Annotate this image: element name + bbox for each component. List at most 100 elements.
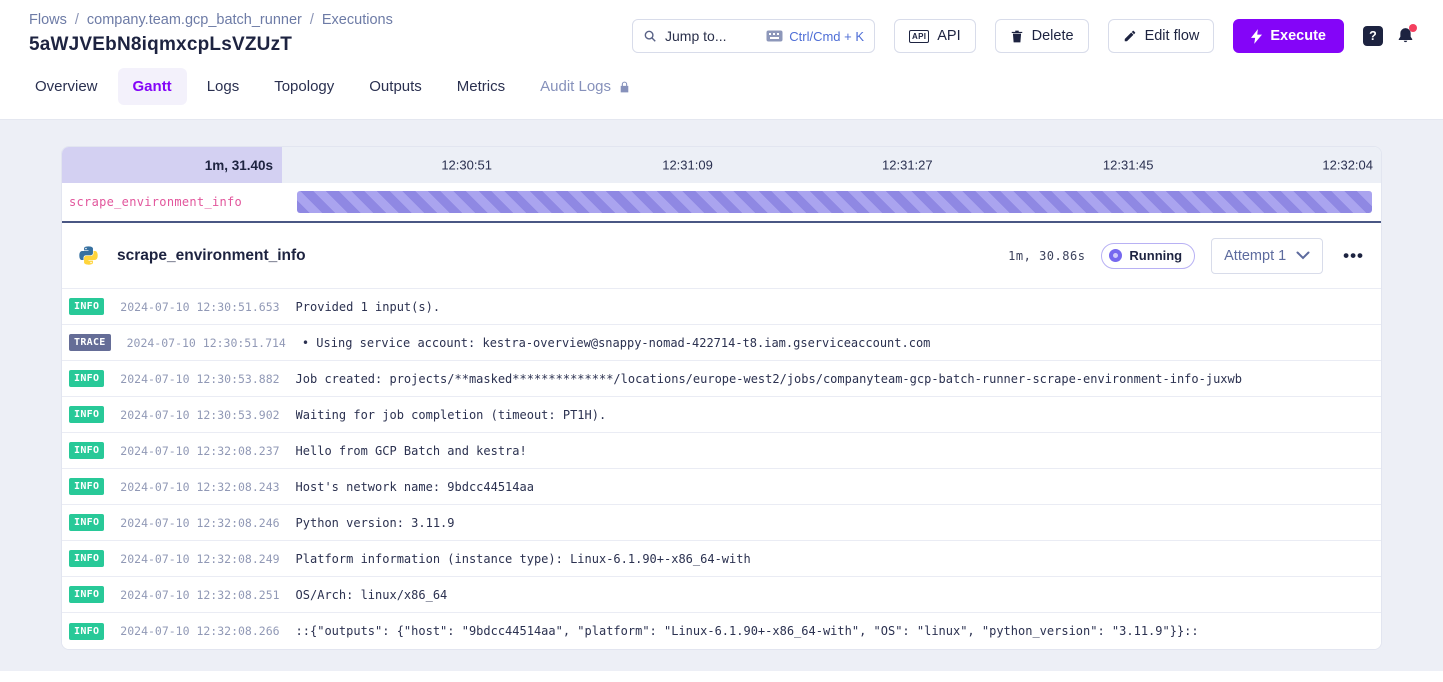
header-controls: Ctrl/Cmd + K API API Delete Edit flow Ex… [632,19,1415,53]
log-level-badge: INFO [69,550,104,567]
log-message: Waiting for job completion (timeout: PT1… [296,408,607,422]
task-detail-header: scrape_environment_info 1m, 30.86s Runni… [62,223,1381,289]
api-icon: API [909,30,929,43]
chevron-down-icon [1296,251,1310,260]
log-row: INFO 2024-07-10 12:30:53.902 Waiting for… [62,397,1381,433]
log-row: INFO 2024-07-10 12:32:08.266 ::{"outputs… [62,613,1381,649]
log-level-badge: INFO [69,370,104,387]
log-timestamp: 2024-07-10 12:30:51.714 [127,336,286,350]
gantt-header: 1m, 31.40s 12:30:5112:31:0912:31:2712:31… [62,147,1381,183]
breadcrumb-item-executions[interactable]: Executions [322,12,393,28]
breadcrumb-item-company-team-gcp-batch-runner[interactable]: company.team.gcp_batch_runner [87,12,302,28]
execution-tab-bar: Overview Gantt Logs Topology Outputs Met… [0,56,1443,120]
breadcrumb-item-flows[interactable]: Flows [29,12,67,28]
tab-label: Topology [274,78,334,95]
search-shortcut-label: Ctrl/Cmd + K [789,29,864,44]
gantt-total-duration: 1m, 31.40s [62,147,282,183]
edit-flow-button-label: Edit flow [1145,28,1200,44]
task-name: scrape_environment_info [117,247,306,265]
tab-label: Logs [207,78,240,95]
log-message: Host's network name: 9bdcc44514aa [296,480,534,494]
log-message: Python version: 3.11.9 [296,516,455,530]
keyboard-icon [766,30,783,42]
delete-button-label: Delete [1032,28,1074,44]
tab-audit-logs[interactable]: Audit Logs [525,68,646,105]
status-label: Running [1129,248,1182,263]
tab-label: Gantt [133,78,172,95]
log-message: • Using service account: kestra-overview… [302,336,931,350]
gantt-time-axis: 12:30:5112:31:0912:31:2712:31:4512:32:04 [282,147,1381,183]
delete-button[interactable]: Delete [995,19,1089,53]
log-level-badge: INFO [69,514,104,531]
log-level-badge: INFO [69,623,104,640]
pencil-icon [1123,29,1137,43]
tab-gantt[interactable]: Gantt [118,68,187,105]
log-row: INFO 2024-07-10 12:32:08.249 Platform in… [62,541,1381,577]
breadcrumb-separator: / [75,12,79,28]
tab-outputs[interactable]: Outputs [354,68,437,105]
help-button-label: ? [1369,29,1377,43]
log-timestamp: 2024-07-10 12:32:08.251 [120,588,279,602]
task-header-controls: 1m, 30.86s Running Attempt 1 ••• [1008,238,1364,274]
search-icon [643,29,657,43]
log-level-badge: INFO [69,442,104,459]
notifications-button[interactable] [1396,26,1415,46]
status-badge[interactable]: Running [1101,243,1195,269]
log-timestamp: 2024-07-10 12:32:08.243 [120,480,279,494]
gantt-time-tick: 12:31:27 [882,158,933,173]
api-button-label: API [937,28,960,44]
log-row: INFO 2024-07-10 12:32:08.243 Host's netw… [62,469,1381,505]
lock-icon [618,80,631,94]
log-timestamp: 2024-07-10 12:32:08.266 [120,624,279,638]
search-shortcut: Ctrl/Cmd + K [766,29,864,44]
gantt-running-bar[interactable] [297,191,1372,213]
tab-metrics[interactable]: Metrics [442,68,520,105]
notification-dot [1409,24,1417,32]
tab-label: Outputs [369,78,422,95]
python-icon [78,245,99,266]
attempt-dropdown[interactable]: Attempt 1 [1211,238,1323,274]
log-level-badge: INFO [69,586,104,603]
log-row: TRACE 2024-07-10 12:30:51.714 • Using se… [62,325,1381,361]
log-level-badge: INFO [69,478,104,495]
task-options-menu[interactable]: ••• [1343,246,1364,266]
tab-topology[interactable]: Topology [259,68,349,105]
task-duration: 1m, 30.86s [1008,249,1085,263]
tab-label: Metrics [457,78,505,95]
log-timestamp: 2024-07-10 12:32:08.249 [120,552,279,566]
execute-button-label: Execute [1270,28,1326,44]
tab-label: Audit Logs [540,78,611,95]
trash-icon [1010,29,1024,44]
gantt-task-label[interactable]: scrape_environment_info [69,195,242,209]
tab-overview[interactable]: Overview [20,68,113,105]
breadcrumb-separator: / [310,12,314,28]
attempt-dropdown-label: Attempt 1 [1224,248,1286,264]
top-header: Flows / company.team.gcp_batch_runner / Exec… [0,0,1443,56]
log-message: Platform information (instance type): Li… [296,552,751,566]
page-title: 5aWJVEbN8iqmxcpLsVZUzT [29,34,393,56]
tab-label: Overview [35,78,98,95]
tab-logs[interactable]: Logs [192,68,255,105]
log-timestamp: 2024-07-10 12:30:53.902 [120,408,279,422]
log-timestamp: 2024-07-10 12:32:08.246 [120,516,279,530]
edit-flow-button[interactable]: Edit flow [1108,19,1215,53]
api-button[interactable]: API API [894,19,976,53]
log-level-badge: TRACE [69,334,111,351]
log-message: Provided 1 input(s). [296,300,441,314]
log-message: Hello from GCP Batch and kestra! [296,444,527,458]
log-level-badge: INFO [69,298,104,315]
gantt-task-row: scrape_environment_info [62,183,1381,221]
log-row: INFO 2024-07-10 12:32:08.246 Python vers… [62,505,1381,541]
execute-button[interactable]: Execute [1233,19,1344,53]
search-input[interactable] [665,28,758,44]
jump-to-search[interactable]: Ctrl/Cmd + K [632,19,875,53]
gantt-time-tick: 12:31:45 [1103,158,1154,173]
content-area: 1m, 31.40s 12:30:5112:31:0912:31:2712:31… [0,120,1443,671]
lightning-icon [1251,29,1262,44]
log-row: INFO 2024-07-10 12:30:53.882 Job created… [62,361,1381,397]
help-button[interactable]: ? [1363,26,1383,46]
gantt-card: 1m, 31.40s 12:30:5112:31:0912:31:2712:31… [61,146,1382,650]
gantt-time-tick: 12:32:04 [1322,158,1373,173]
header-left: Flows / company.team.gcp_batch_runner / Exec… [29,12,393,56]
log-timestamp: 2024-07-10 12:32:08.237 [120,444,279,458]
